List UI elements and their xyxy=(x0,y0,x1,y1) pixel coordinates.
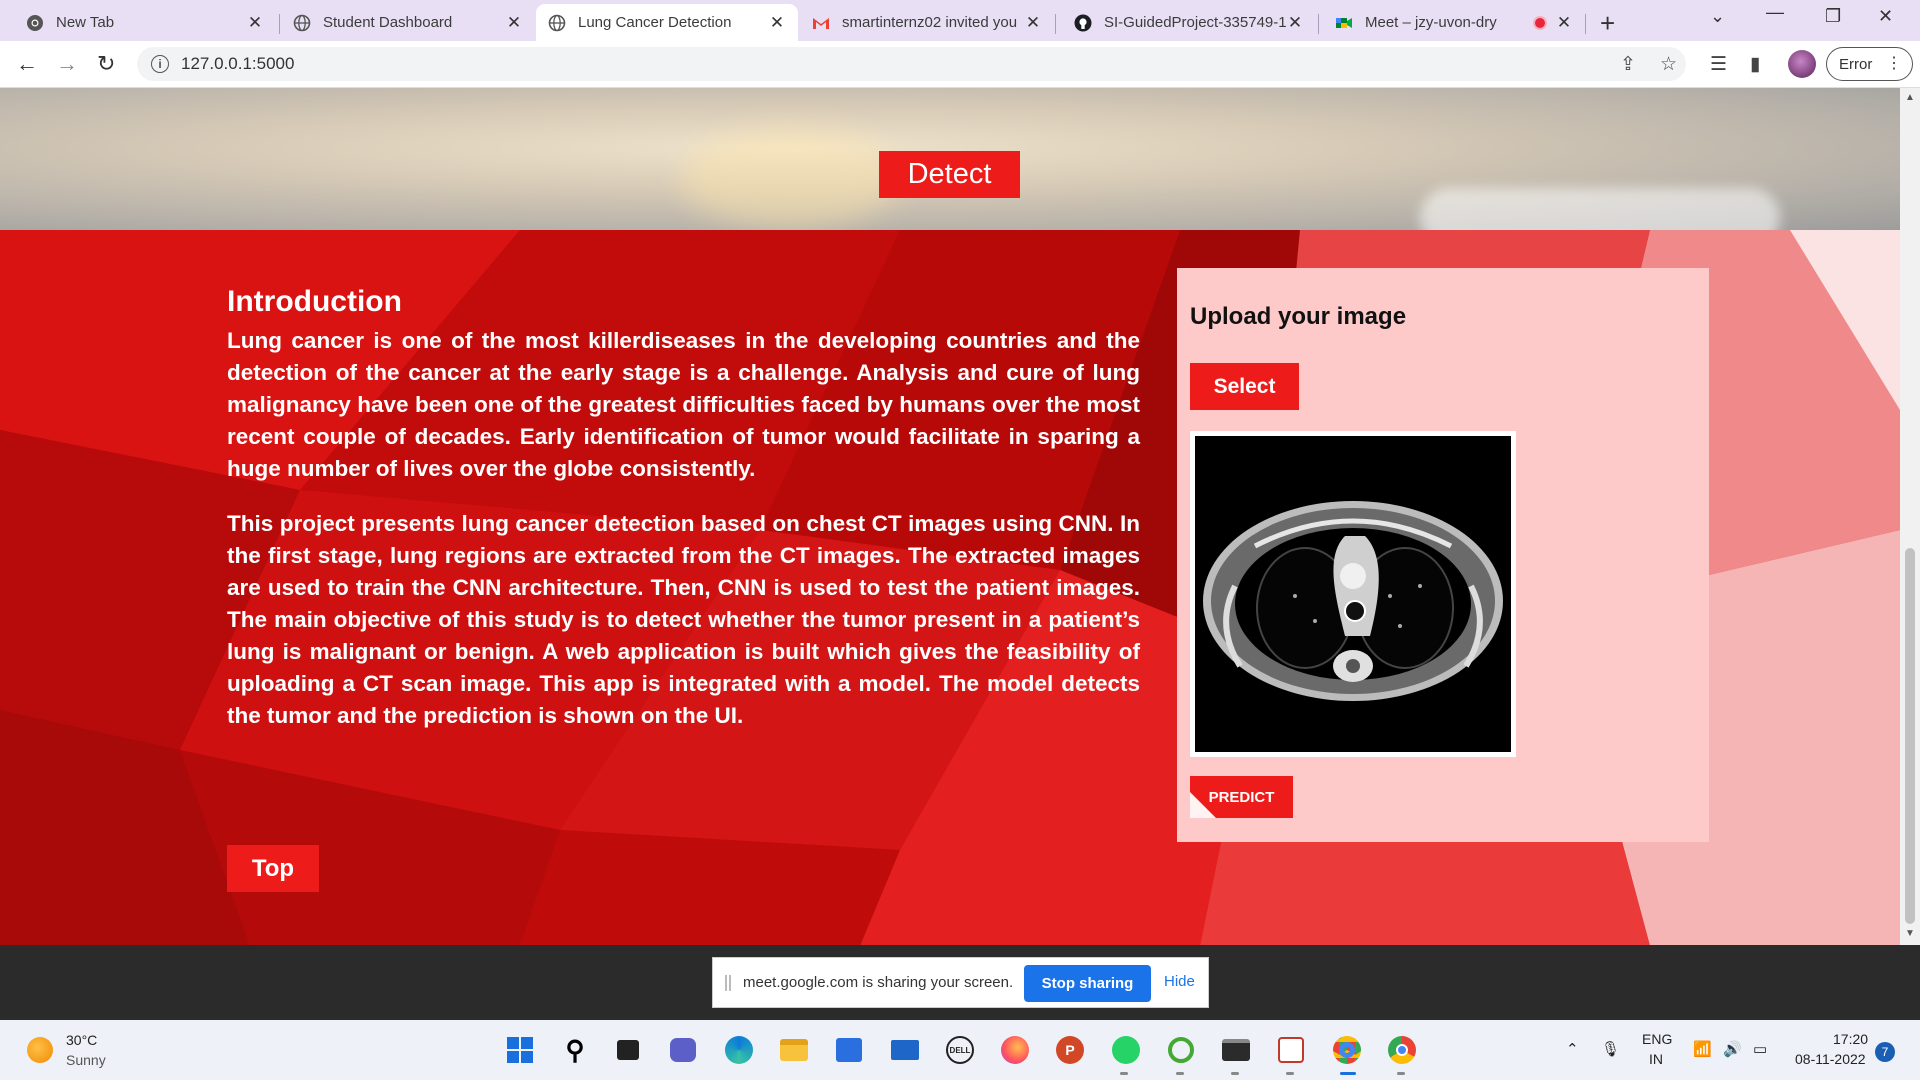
address-bar[interactable]: i 127.0.0.1:5000 xyxy=(137,47,1686,81)
error-button[interactable]: Error ⋮ xyxy=(1826,47,1913,81)
language-indicator[interactable]: ENG xyxy=(1642,1031,1672,1047)
chrome-icon xyxy=(26,14,44,32)
file-explorer-icon[interactable] xyxy=(778,1034,810,1066)
meet-icon xyxy=(1335,14,1353,32)
chevron-up-icon[interactable]: ⌃ xyxy=(1566,1040,1579,1058)
tab-title: Student Dashboard xyxy=(323,14,453,31)
volume-icon[interactable]: 🔊 xyxy=(1723,1040,1742,1058)
battery-icon[interactable]: ▭ xyxy=(1753,1040,1767,1058)
globe-icon xyxy=(548,14,566,32)
error-label: Error xyxy=(1839,55,1873,73)
hide-button[interactable]: Hide xyxy=(1164,973,1195,990)
screen-sharing-bar: meet.google.com is sharing your screen. … xyxy=(712,957,1209,1008)
whatsapp-icon[interactable] xyxy=(1110,1034,1142,1066)
firefox-icon[interactable] xyxy=(999,1034,1031,1066)
drag-handle-icon[interactable] xyxy=(725,974,731,991)
bookmark-star-icon[interactable]: ☆ xyxy=(1660,53,1677,76)
ct-scan-preview xyxy=(1190,431,1516,757)
microphone-icon[interactable]: 🎙 xyxy=(1601,1040,1620,1058)
powerpoint-icon[interactable]: P xyxy=(1054,1034,1086,1066)
clock-time[interactable]: 17:20 xyxy=(1833,1031,1868,1047)
chrome-icon[interactable] xyxy=(1386,1034,1418,1066)
snipping-tool-icon[interactable] xyxy=(1275,1034,1307,1066)
github-icon xyxy=(1074,14,1092,32)
share-icon[interactable]: ⇪ xyxy=(1620,53,1636,76)
profile-avatar[interactable] xyxy=(1788,50,1816,78)
anaconda-icon[interactable] xyxy=(1165,1034,1197,1066)
introduction-heading: Introduction xyxy=(227,285,402,318)
close-icon[interactable]: ✕ xyxy=(505,13,523,33)
recording-icon xyxy=(1533,15,1547,30)
globe-icon xyxy=(293,14,311,32)
kebab-menu-icon[interactable]: ⋮ xyxy=(1886,53,1902,73)
minimize-icon[interactable]: — xyxy=(1766,2,1784,23)
mail-icon[interactable] xyxy=(889,1034,921,1066)
tab-title: Meet – jzy-uvon-dry xyxy=(1365,14,1497,31)
predict-label: PREDICT xyxy=(1208,788,1275,806)
search-icon[interactable]: ⚲ xyxy=(559,1034,591,1066)
close-icon[interactable]: ✕ xyxy=(1555,13,1573,33)
terminal-icon[interactable] xyxy=(1220,1034,1252,1066)
close-icon[interactable]: ✕ xyxy=(246,13,264,33)
page-scrollbar[interactable]: ▲ ▼ xyxy=(1900,88,1920,945)
weather-temperature: 30°C xyxy=(66,1032,98,1048)
tab-meet[interactable]: Meet – jzy-uvon-dry ✕ xyxy=(1323,4,1585,41)
intro-paragraph-1: Lung cancer is one of the most killerdis… xyxy=(227,328,1140,481)
clock-date[interactable]: 08-11-2022 xyxy=(1795,1051,1866,1067)
tab-lung-cancer-detection[interactable]: Lung Cancer Detection ✕ xyxy=(536,4,798,41)
reading-list-icon[interactable]: ☰ xyxy=(1710,53,1727,76)
windows-taskbar: 30°C Sunny ⚲ DELL P ⌃ 🎙 ENG IN 📶 🔊 ▭ 17:… xyxy=(0,1020,1920,1080)
ct-scan-image xyxy=(1195,436,1511,752)
sun-icon[interactable] xyxy=(27,1037,53,1063)
site-info-icon[interactable]: i xyxy=(151,55,169,73)
weather-description: Sunny xyxy=(66,1052,106,1068)
window-close-icon[interactable]: ✕ xyxy=(1878,6,1893,27)
tab-student-dashboard[interactable]: Student Dashboard ✕ xyxy=(281,4,535,41)
tab-github[interactable]: SI-GuidedProject-335749-1 ✕ xyxy=(1062,4,1316,41)
intro-paragraph-2: This project presents lung cancer detect… xyxy=(227,511,1140,728)
scrollbar-thumb[interactable] xyxy=(1905,548,1915,924)
tab-new-tab[interactable]: New Tab ✕ xyxy=(14,4,276,41)
upload-card: Upload your image Select PREDICT xyxy=(1177,268,1709,842)
gmail-icon xyxy=(812,14,830,32)
restore-icon[interactable]: ❐ xyxy=(1825,6,1841,27)
sharing-message: meet.google.com is sharing your screen. xyxy=(743,974,1014,991)
tab-title: SI-GuidedProject-335749-1 xyxy=(1104,14,1286,31)
wifi-icon[interactable]: 📶 xyxy=(1693,1040,1712,1058)
tab-title: smartinternz02 invited you xyxy=(842,14,1018,31)
tab-strip: New Tab ✕ Student Dashboard ✕ Lung Cance… xyxy=(0,0,1920,41)
stop-sharing-button[interactable]: Stop sharing xyxy=(1024,965,1151,1002)
tab-search-chevron-icon[interactable]: ⌄ xyxy=(1710,6,1725,27)
region-indicator: IN xyxy=(1649,1051,1663,1067)
forward-arrow-icon[interactable]: → xyxy=(56,51,78,77)
task-view-icon[interactable] xyxy=(612,1034,644,1066)
back-arrow-icon[interactable]: ← xyxy=(16,51,38,77)
microsoft-store-icon[interactable] xyxy=(833,1034,865,1066)
upload-heading: Upload your image xyxy=(1190,303,1407,330)
tab-title: New Tab xyxy=(56,14,115,31)
predict-button[interactable]: PREDICT xyxy=(1190,776,1293,818)
reload-icon[interactable]: ↻ xyxy=(97,51,115,77)
tab-gmail[interactable]: smartinternz02 invited you ✕ xyxy=(800,4,1054,41)
close-icon[interactable]: ✕ xyxy=(1286,13,1304,33)
close-icon[interactable]: ✕ xyxy=(768,13,786,33)
tab-title: Lung Cancer Detection xyxy=(578,14,732,31)
introduction-section: Introduction Lung cancer is one of the m… xyxy=(0,230,1900,945)
windows-start-icon[interactable] xyxy=(504,1034,536,1066)
url-text: 127.0.0.1:5000 xyxy=(181,54,295,73)
top-button[interactable]: Top xyxy=(227,845,319,892)
hero-banner: Detect xyxy=(0,88,1900,248)
notification-badge[interactable]: 7 xyxy=(1875,1042,1895,1062)
toolbar: ← → ↻ i 127.0.0.1:5000 ⇪ ☆ ☰ ▮ Error ⋮ xyxy=(0,41,1920,88)
chrome-profile-icon[interactable] xyxy=(1331,1034,1363,1066)
detect-button[interactable]: Detect xyxy=(879,151,1020,198)
edge-icon[interactable] xyxy=(723,1034,755,1066)
dell-icon[interactable]: DELL xyxy=(944,1034,976,1066)
side-panel-icon[interactable]: ▮ xyxy=(1750,53,1760,76)
new-tab-button[interactable]: + xyxy=(1600,8,1615,39)
select-image-button[interactable]: Select xyxy=(1190,363,1299,410)
teams-chat-icon[interactable] xyxy=(667,1034,699,1066)
close-icon[interactable]: ✕ xyxy=(1024,13,1042,33)
page-viewport: Detect Introduction Lung cancer is one o… xyxy=(0,88,1920,945)
